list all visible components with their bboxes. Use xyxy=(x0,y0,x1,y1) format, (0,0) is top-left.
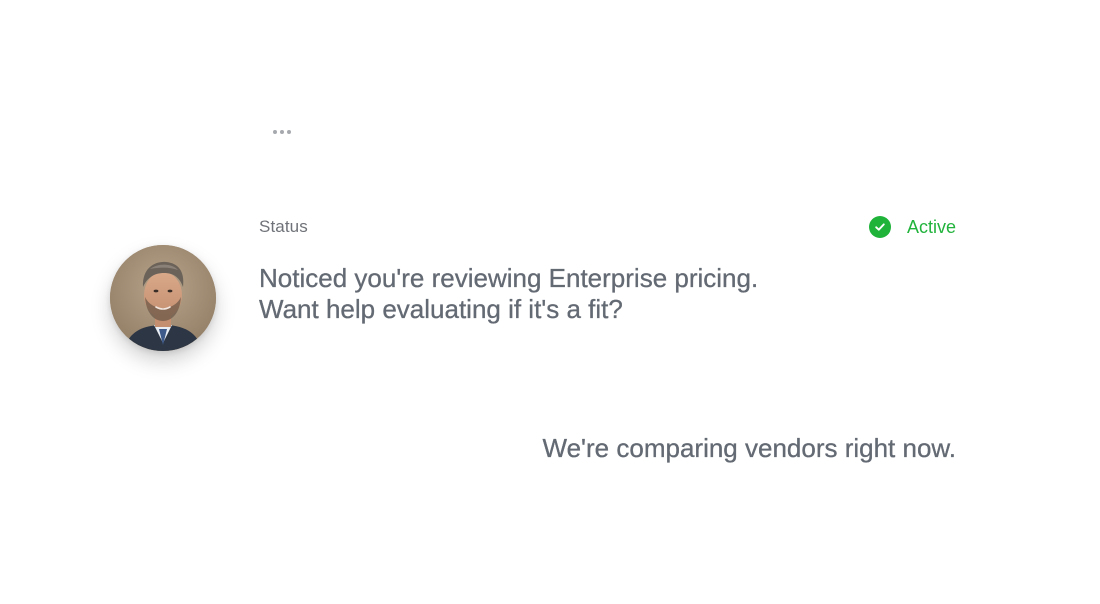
status-badge: Active xyxy=(868,216,956,238)
avatar-photo xyxy=(110,245,216,351)
typing-dot xyxy=(280,130,284,134)
check-circle-icon xyxy=(868,216,891,238)
avatar xyxy=(110,245,216,351)
status-value: Active xyxy=(906,216,956,237)
ellipsis-icon xyxy=(273,130,291,134)
chat-panel: Status Active Noticed you're reviewing E… xyxy=(0,0,1100,604)
user-message: We're comparing vendors right now. xyxy=(542,433,956,463)
agent-message-line: Noticed you're reviewing Enterprise pric… xyxy=(259,263,759,293)
agent-message-line: Want help evaluating if it's a fit? xyxy=(259,294,623,324)
typing-dot xyxy=(287,130,291,134)
status-label: Status xyxy=(259,217,308,236)
typing-dot xyxy=(273,130,277,134)
agent-message: Noticed you're reviewing Enterprise pric… xyxy=(259,263,759,325)
